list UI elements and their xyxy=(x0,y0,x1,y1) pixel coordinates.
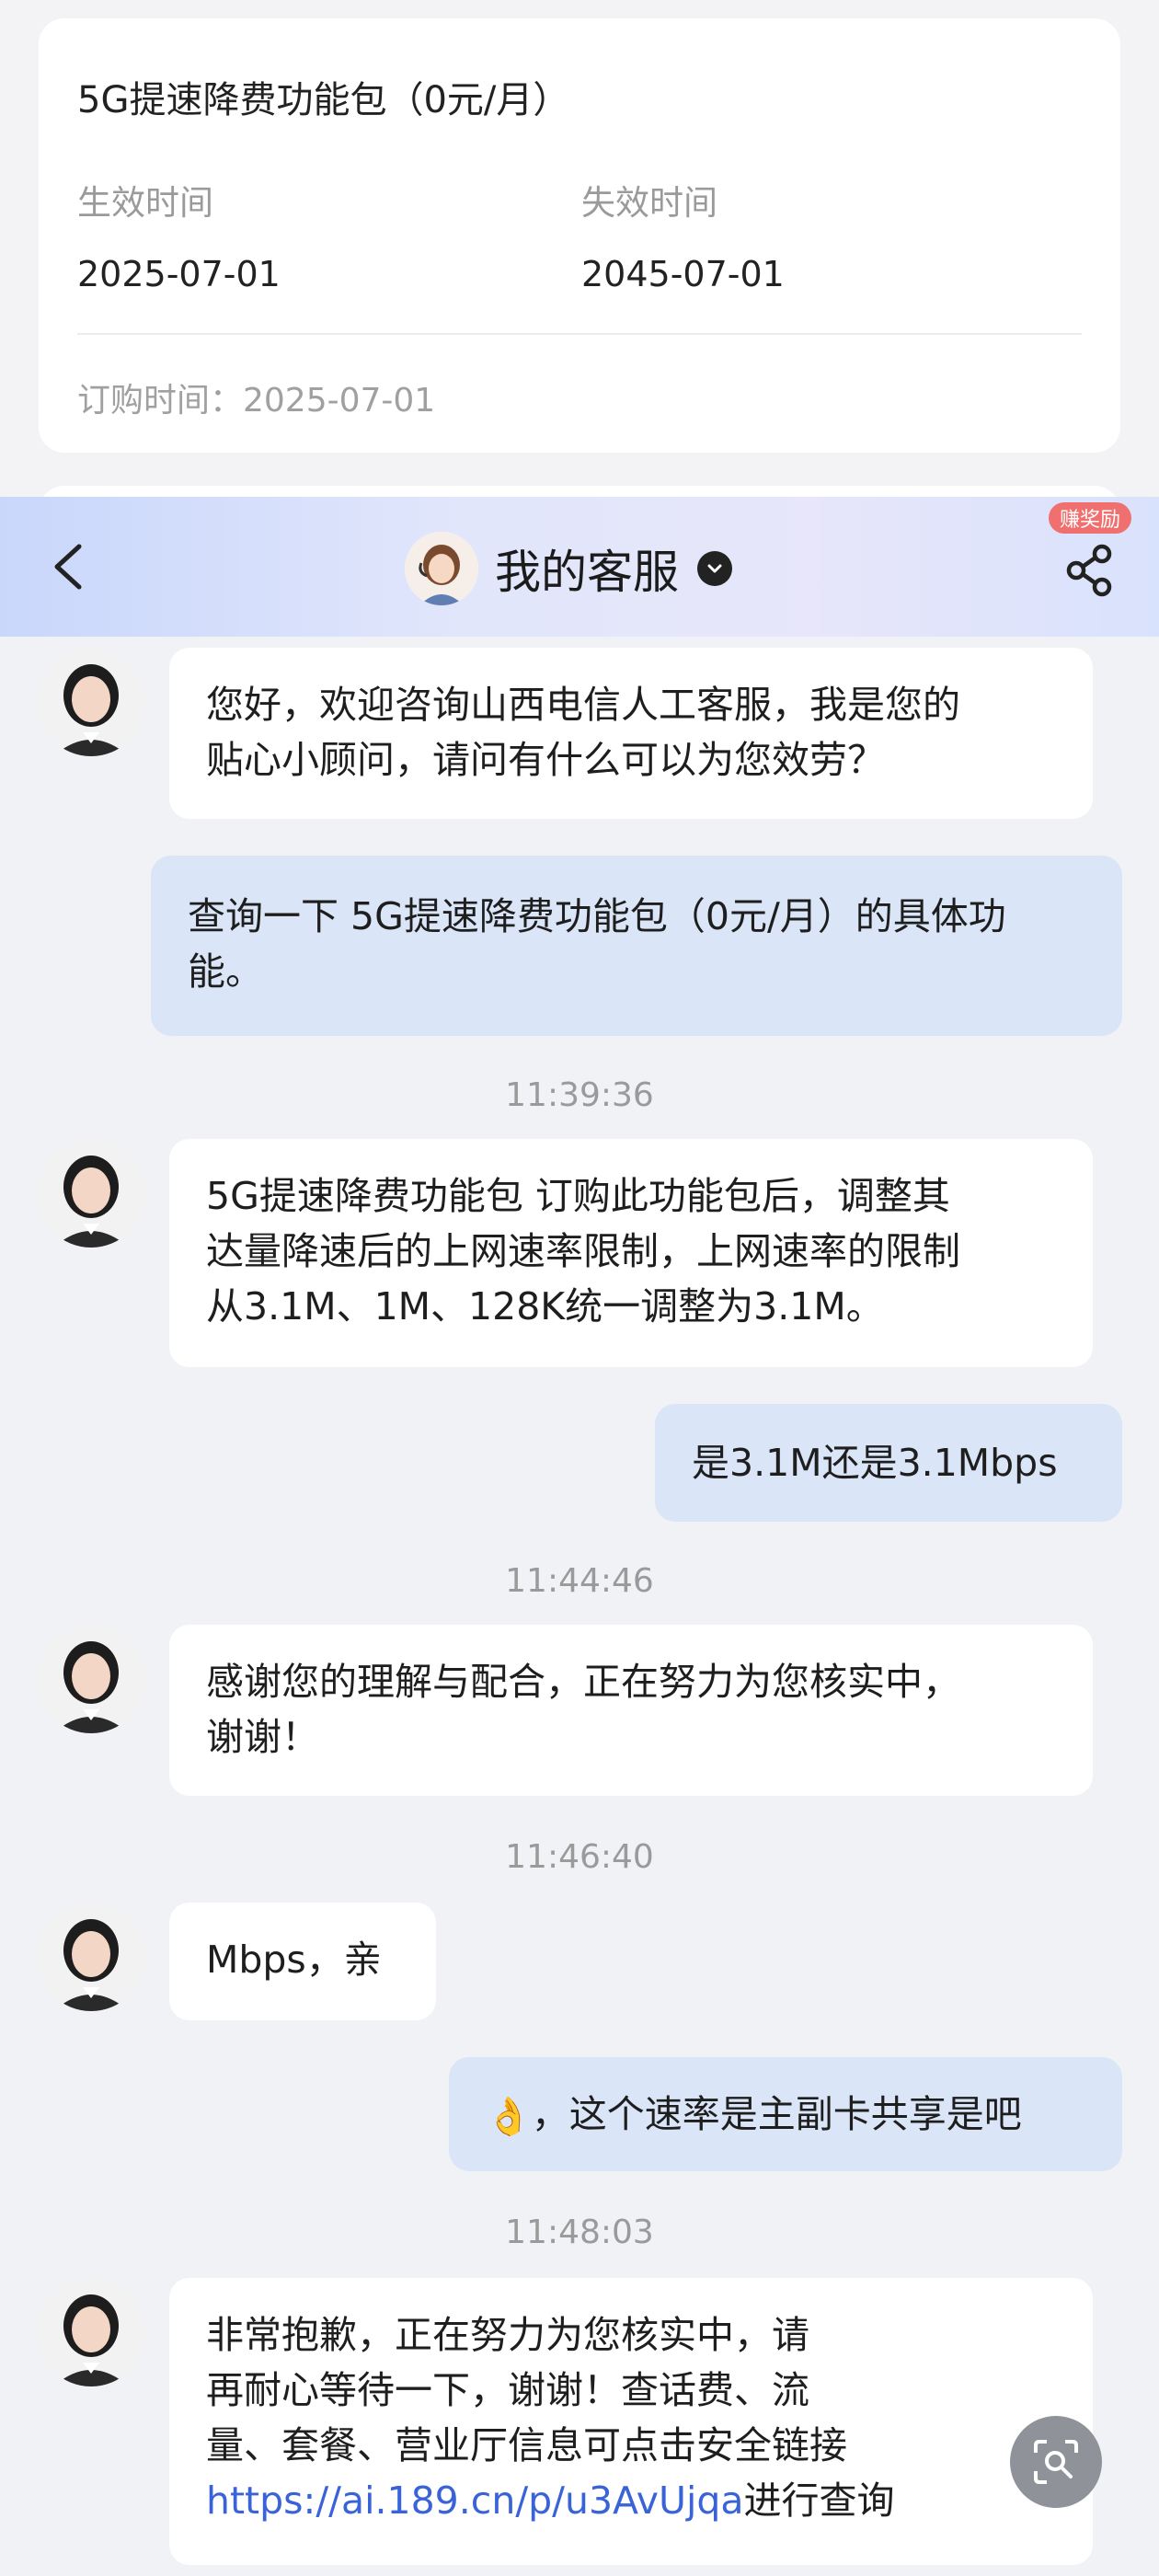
message-bubble-agent: Mbps，亲 xyxy=(169,1903,436,2020)
message-bubble-agent: 非常抱歉，正在努力为您核实中，请 再耐心等待一下，谢谢！查话费、流 量、套餐、营… xyxy=(169,2278,1093,2565)
share-button[interactable] xyxy=(1061,541,1120,600)
agent-avatar[interactable] xyxy=(37,1139,145,1248)
message-line: 能。 xyxy=(188,949,263,994)
message-bubble-agent: 5G提速降费功能包 订购此功能包后，调整其 达量降速后的上网速率限制，上网速率的… xyxy=(169,1139,1093,1367)
agent-avatar[interactable] xyxy=(37,2278,145,2386)
order-time: 订购时间：2025-07-01 xyxy=(77,382,436,420)
reward-badge[interactable]: 赚奖励 xyxy=(1049,502,1132,534)
message-line: 是3.1M还是3.1Mbps xyxy=(692,1441,1058,1485)
timestamp: 11:48:03 xyxy=(505,2214,654,2251)
effective-time-label: 生效时间 xyxy=(77,183,213,223)
agent-photo-icon xyxy=(37,648,145,756)
message-bubble-user: 👌，这个速率是主副卡共享是吧 xyxy=(449,2057,1122,2171)
message-text: ，这个速率是主副卡共享是吧 xyxy=(531,2092,1022,2136)
timestamp: 11:44:46 xyxy=(505,1562,654,1600)
chevron-left-icon xyxy=(54,544,82,590)
agent-avatar-icon xyxy=(405,532,478,605)
message-line: 感谢您的理解与配合，正在努力为您核实中， xyxy=(206,1660,960,1704)
package-section: 5G提速降费功能包（0元/月） 生效时间 失效时间 2025-07-01 204… xyxy=(0,0,1159,523)
message-bubble-user: 是3.1M还是3.1Mbps xyxy=(655,1404,1122,1522)
package-title: 5G提速降费功能包（0元/月） xyxy=(77,79,570,121)
message-bubble-agent: 感谢您的理解与配合，正在努力为您核实中， 谢谢！ xyxy=(169,1625,1093,1796)
agent-photo-icon xyxy=(37,1625,145,1733)
screenshot-scan-button[interactable] xyxy=(1010,2416,1102,2508)
message-line: 量、套餐、营业厅信息可点击安全链接 xyxy=(206,2423,847,2467)
message-line: 查询一下 5G提速降费功能包（0元/月）的具体功 xyxy=(188,894,1006,938)
safe-link[interactable]: https://ai.189.cn/p/u3AvUjqa xyxy=(206,2478,744,2523)
agent-avatar xyxy=(405,532,478,605)
message-line: 👌，这个速率是主副卡共享是吧 xyxy=(486,2087,1122,2145)
message-bubble-user: 查询一下 5G提速降费功能包（0元/月）的具体功 能。 xyxy=(151,856,1122,1036)
message-line: 从3.1M、1M、128K统一调整为3.1M。 xyxy=(206,1284,884,1328)
message-line: 谢谢！ xyxy=(206,1715,319,1759)
agent-avatar[interactable] xyxy=(37,1625,145,1733)
message-bubble-agent: 您好，欢迎咨询山西电信人工客服，我是您的 贴心小顾问，请问有什么可以为您效劳？ xyxy=(169,648,1093,819)
scan-icon xyxy=(1034,2440,1078,2484)
message-line: 贴心小顾问，请问有什么可以为您效劳？ xyxy=(206,738,885,782)
agent-avatar[interactable] xyxy=(37,648,145,756)
message-line: 非常抱歉，正在努力为您核实中，请 xyxy=(206,2313,809,2357)
divider xyxy=(77,333,1082,335)
expire-time-label: 失效时间 xyxy=(581,183,717,223)
expire-date: 2045-07-01 xyxy=(581,254,785,294)
message-line: 达量降速后的上网速率限制，上网速率的限制 xyxy=(206,1229,960,1273)
ok-hand-emoji: 👌 xyxy=(486,2096,532,2138)
chat-header: 我的客服 赚奖励 xyxy=(0,497,1159,637)
agent-photo-icon xyxy=(37,1903,145,2011)
message-line: 您好，欢迎咨询山西电信人工客服，我是您的 xyxy=(206,683,960,727)
package-card[interactable]: 5G提速降费功能包（0元/月） 生效时间 失效时间 2025-07-01 204… xyxy=(39,18,1120,453)
timestamp: 11:39:36 xyxy=(505,1076,654,1114)
share-icon xyxy=(1066,544,1112,597)
back-button[interactable] xyxy=(44,537,99,596)
chat-title: 我的客服 xyxy=(495,546,679,599)
timestamp: 11:46:40 xyxy=(505,1838,654,1876)
agent-photo-icon xyxy=(37,1139,145,1248)
effective-date: 2025-07-01 xyxy=(77,254,281,294)
agent-avatar[interactable] xyxy=(37,1903,145,2011)
message-line: https://ai.189.cn/p/u3AvUjqa进行查询 xyxy=(206,2473,1093,2528)
agent-photo-icon xyxy=(37,2278,145,2386)
link-suffix: 进行查询 xyxy=(743,2478,895,2523)
agent-title-group[interactable]: 我的客服 xyxy=(405,532,732,605)
message-line: 再耐心等待一下，谢谢！查话费、流 xyxy=(206,2368,809,2412)
message-line: Mbps，亲 xyxy=(206,1938,382,1982)
dropdown-check-icon[interactable] xyxy=(697,551,732,586)
message-line: 5G提速降费功能包 订购此功能包后，调整其 xyxy=(206,1174,950,1218)
